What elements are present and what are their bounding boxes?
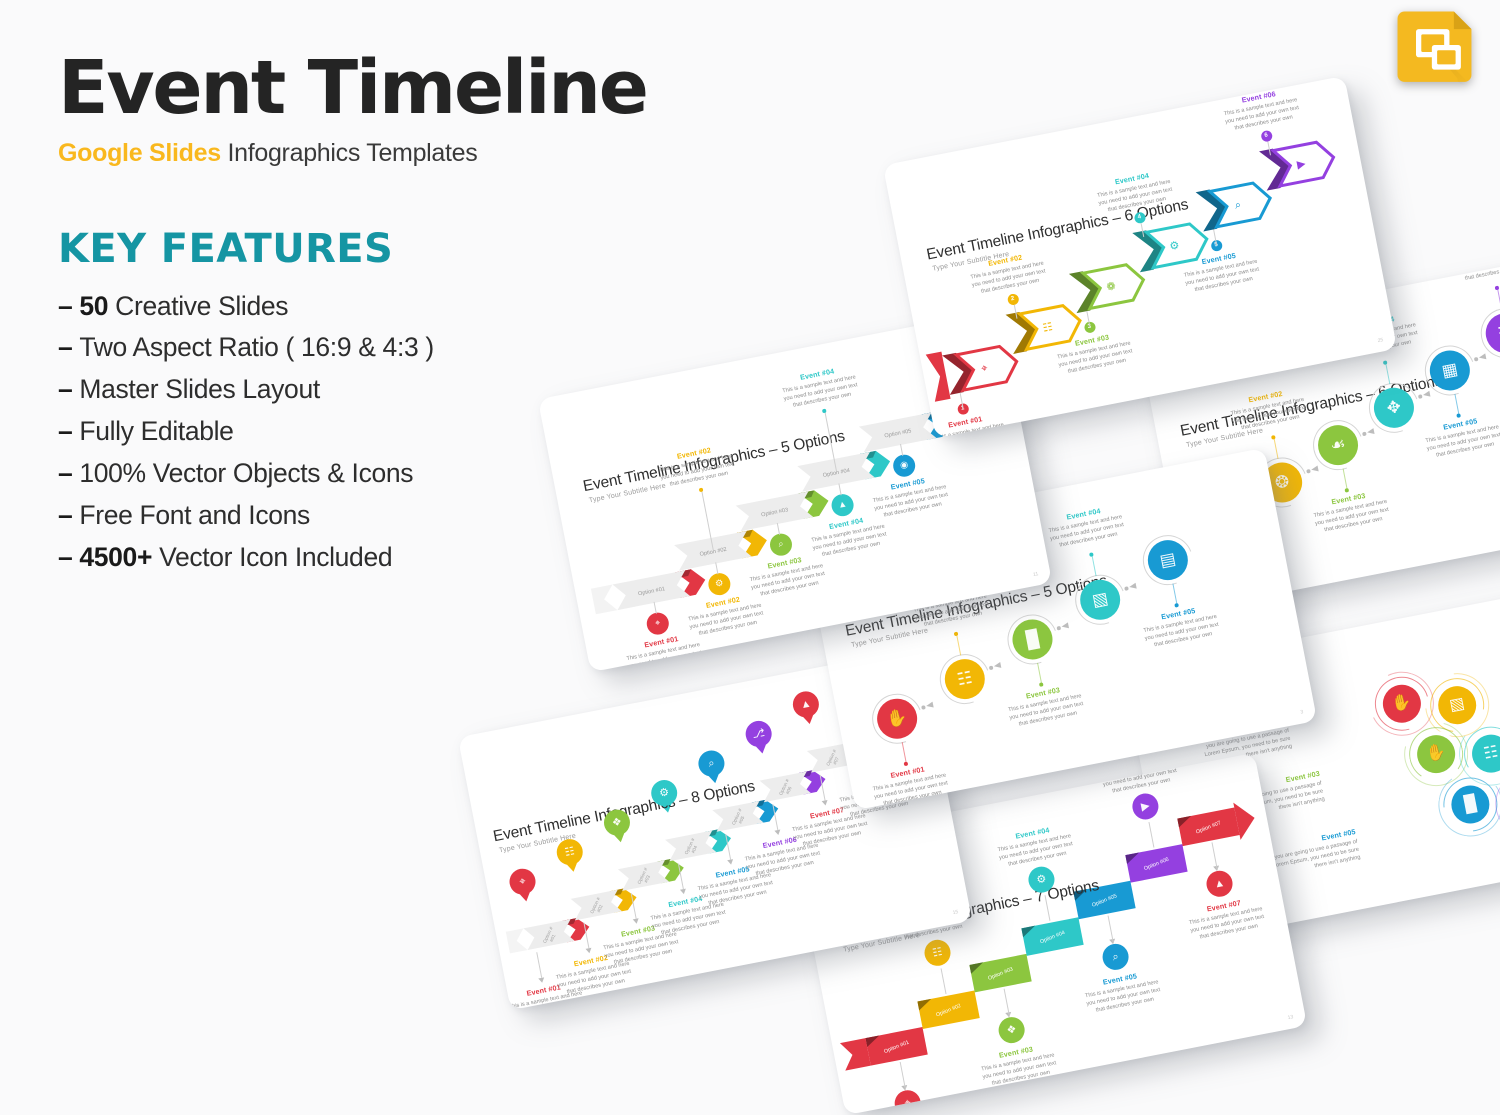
contact-card-icon: ▧ [1448,694,1467,715]
slide-page-number: 13 [1287,1014,1294,1022]
slide-page-number: 25 [1377,337,1384,345]
key-feature-text: Free Font and Icons [79,499,310,530]
shape [774,829,781,836]
medal-icon: ❂ [1273,470,1291,493]
handshake-icon: ✋ [1424,743,1448,764]
presentation-icon: ☷ [931,945,944,960]
gear-icon: ⚙ [1035,872,1048,886]
location-pin-icon: ⌖ [654,617,662,629]
shape [538,977,545,983]
target-icon: ◉ [899,459,909,471]
key-feature-item: – Master Slides Layout [58,369,698,411]
key-features-list: –50 Creative Slides – Two Aspect Ratio ( 1… [58,286,698,579]
slide-page-number: 15 [952,909,959,917]
key-feature-text: Two Aspect Ratio ( 16:9 & 4:3 ) [79,332,434,363]
key-feature-text: Master Slides Layout [79,374,320,405]
page-title: Event Timeline [58,45,649,131]
handshake-icon: ✋ [884,706,910,730]
presentation-icon: ☷ [1482,743,1500,763]
key-feature-text: Creative Slides [108,290,289,321]
shape [590,584,618,615]
shape [1129,582,1137,589]
poster-canvas: Event Timeline Google Slides Infographic… [0,0,1500,1115]
location-pin-icon: ⌖ [903,1096,912,1110]
bullet-dash: – [58,457,73,488]
lightbulb-icon: ⌕ [777,538,785,550]
shield-icon: ❖ [610,815,623,829]
key-feature-item: –50 Creative Slides [58,286,698,328]
key-feature-item: –100% Vector Objects & Icons [58,453,698,495]
shape [926,701,934,708]
shield-icon: ❖ [1005,1022,1018,1037]
shape [585,947,592,954]
shape [1367,428,1375,434]
leaf-icon: ☙ [1328,433,1348,456]
shape [505,928,528,954]
key-feature-text: Vector Icon Included [152,541,393,572]
key-feature-item: – Two Aspect Ratio ( 16:9 & 4:3 ) [58,327,698,369]
shape [727,859,734,865]
share-icon: ⎇ [751,726,766,741]
calculator-icon: ▦ [1440,358,1460,381]
key-feature-emphasis: 50 [79,290,109,321]
gear-icon: ⚙ [714,577,725,590]
location-pin-icon: ⌖ [518,874,527,888]
key-features-heading: KEY FEATURES [58,225,394,272]
contact-card-icon: ▧ [1090,588,1110,610]
bullet-dash: – [58,290,73,321]
megaphone-icon: ▶ [1140,799,1151,813]
handshake-icon: ✋ [1390,692,1414,714]
rocket-icon: ▲ [799,696,813,711]
key-feature-emphasis: 4500+ [79,541,153,572]
key-feature-text: Fully Editable [79,416,234,447]
google-slides-icon [1394,8,1482,96]
newspaper-icon: ▤ [1158,548,1178,571]
lightbulb-icon: ⌕ [1111,949,1120,963]
page-subtitle: Google Slides Infographics Templates [58,139,698,168]
network-icon: ✥ [1385,396,1403,418]
subtitle-rest: Infographics Templates [220,138,478,167]
shape [993,662,1002,668]
key-feature-text: 100% Vector Objects & Icons [79,457,414,488]
event-label: Event #06 [1449,248,1500,260]
bullet-dash: – [58,332,73,363]
shape [1478,353,1487,360]
key-feature-item: – Free Font and Icons [58,495,698,537]
presentation-icon: ☷ [563,844,576,859]
shape [821,799,828,806]
bullet-dash: – [58,416,73,447]
option-label: ⚙ [1169,239,1181,253]
rocket-icon: ▲ [837,498,848,511]
presentation-icon: ☷ [955,667,974,689]
shape [925,351,951,402]
key-feature-item: –4500+ Vector Icon Included [58,537,698,579]
shape [1061,622,1070,629]
option-label: ☷ [1042,321,1054,335]
intro-panel: Event Timeline Google Slides Infographic… [58,45,698,579]
slide-page-number: 11 [1032,571,1039,579]
shape [632,918,639,924]
bullet-dash: – [58,374,73,405]
lightbulb-icon: ⌕ [707,756,716,770]
rocket-icon: ▲ [1212,876,1226,891]
shape [839,1038,871,1071]
shape [1311,465,1319,472]
bar-chart-icon: █ [1024,628,1040,650]
bar-chart-icon: █ [1463,794,1478,814]
bullet-dash: – [58,499,73,530]
bullet-dash: – [58,541,73,572]
gear-icon: ⚙ [658,785,671,800]
shape [679,888,686,895]
brand-label: Google Slides [58,138,221,167]
key-feature-item: – Fully Editable [58,411,698,453]
